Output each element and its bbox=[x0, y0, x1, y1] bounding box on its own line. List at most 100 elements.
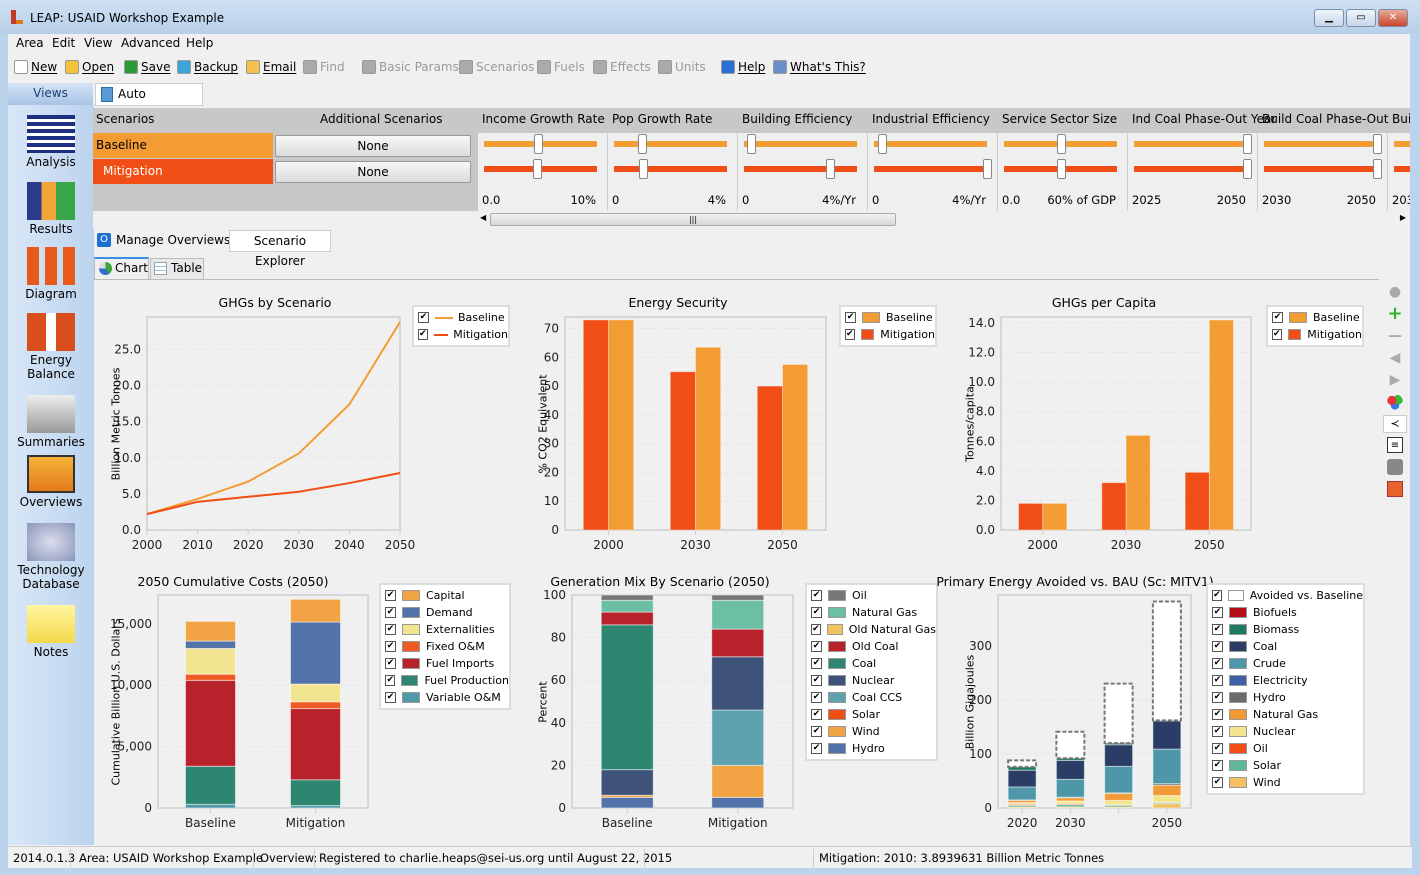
slider-thumb[interactable] bbox=[1373, 159, 1382, 179]
legend-item[interactable]: ✔ Crude bbox=[1208, 655, 1363, 672]
legend-checkbox[interactable]: ✔ bbox=[811, 658, 822, 669]
legend-checkbox[interactable]: ✔ bbox=[811, 726, 822, 737]
legend-checkbox[interactable]: ✔ bbox=[811, 641, 822, 652]
remove-icon[interactable]: — bbox=[1387, 328, 1403, 344]
legend-item[interactable]: ✔ Biofuels bbox=[1208, 604, 1363, 621]
effects-button[interactable]: Effects bbox=[593, 60, 651, 74]
slider-baseline[interactable] bbox=[1134, 134, 1252, 154]
legend-item[interactable]: ✔ Coal CCS bbox=[807, 689, 936, 706]
slider-baseline[interactable] bbox=[614, 134, 727, 154]
slider-mitigation[interactable] bbox=[1004, 159, 1117, 179]
legend-item[interactable]: ✔ Hydro bbox=[1208, 689, 1363, 706]
scrollbar-thumb[interactable]: ||| bbox=[490, 213, 896, 226]
legend-checkbox[interactable]: ✔ bbox=[1212, 624, 1223, 635]
scroll-left-arrow-icon[interactable]: ◀ bbox=[480, 213, 486, 222]
legend-checkbox[interactable]: ✔ bbox=[1272, 329, 1282, 340]
legend-icon[interactable]: ≡ bbox=[1387, 437, 1403, 453]
sidebar-item-technology-database[interactable]: Technology Database bbox=[8, 523, 94, 591]
scroll-right-arrow-icon[interactable]: ▶ bbox=[1400, 213, 1406, 222]
slider-thumb[interactable] bbox=[639, 159, 649, 179]
slider-thumb[interactable] bbox=[877, 134, 887, 154]
what-s-this-button[interactable]: What's This? bbox=[773, 60, 866, 74]
export-powerpoint-icon[interactable] bbox=[1387, 481, 1403, 497]
slider-baseline[interactable] bbox=[484, 134, 597, 154]
legend-item[interactable]: ✔ Avoided vs. Baseline bbox=[1208, 587, 1363, 604]
slider-baseline[interactable] bbox=[1004, 134, 1117, 154]
slider-mitigation[interactable] bbox=[1134, 159, 1252, 179]
legend-item[interactable]: ✔ Biomass bbox=[1208, 621, 1363, 638]
slider-mitigation[interactable] bbox=[484, 159, 597, 179]
horizontal-scrollbar[interactable]: ◀ ||| ▶ bbox=[478, 211, 1410, 228]
legend-checkbox[interactable]: ✔ bbox=[385, 692, 396, 703]
legend-checkbox[interactable]: ✔ bbox=[418, 312, 429, 323]
back-icon[interactable]: ◀ bbox=[1387, 350, 1403, 366]
legend-checkbox[interactable]: ✔ bbox=[385, 675, 396, 686]
legend-item[interactable]: ✔ Natural Gas bbox=[807, 604, 936, 621]
legend-checkbox[interactable]: ✔ bbox=[811, 607, 822, 618]
legend-item[interactable]: ✔ Electricity bbox=[1208, 672, 1363, 689]
slider-thumb[interactable] bbox=[534, 134, 544, 154]
legend-checkbox[interactable]: ✔ bbox=[1212, 607, 1223, 618]
legend-item[interactable]: ✔ Fuel Production bbox=[381, 672, 509, 689]
slider-thumb[interactable] bbox=[825, 159, 835, 179]
legend-checkbox[interactable]: ✔ bbox=[811, 709, 822, 720]
menu-area[interactable]: Area bbox=[16, 36, 44, 50]
sidebar-item-notes[interactable]: Notes bbox=[8, 605, 94, 659]
legend-item[interactable]: ✔ Coal bbox=[1208, 638, 1363, 655]
legend-checkbox[interactable]: ✔ bbox=[1212, 675, 1223, 686]
auto-calculate-button[interactable]: Auto Calculate bbox=[95, 83, 203, 122]
slider-baseline[interactable] bbox=[1264, 134, 1382, 154]
manage-overviews-button[interactable]: O Manage Overviews bbox=[97, 233, 230, 247]
forward-icon[interactable]: ▶ bbox=[1387, 372, 1403, 388]
legend-checkbox[interactable]: ✔ bbox=[1212, 709, 1223, 720]
slider-thumb[interactable] bbox=[638, 134, 648, 154]
legend-checkbox[interactable]: ✔ bbox=[1212, 641, 1223, 652]
colors-icon[interactable] bbox=[1387, 394, 1403, 410]
additional-scenarios-baseline-button[interactable]: None bbox=[275, 135, 471, 157]
legend-item[interactable]: ✔ Solar bbox=[807, 706, 936, 723]
camera-icon[interactable] bbox=[1387, 459, 1403, 475]
legend-item[interactable]: ✔ Hydro bbox=[807, 740, 936, 757]
legend-item[interactable]: ✔ Natural Gas bbox=[1208, 706, 1363, 723]
sidebar-item-summaries[interactable]: Summaries bbox=[8, 395, 94, 449]
slider-thumb[interactable] bbox=[746, 134, 756, 154]
slider-baseline[interactable] bbox=[744, 134, 857, 154]
fuels-button[interactable]: Fuels bbox=[537, 60, 585, 74]
scenario-row-baseline[interactable]: Baseline bbox=[93, 133, 273, 158]
slider-thumb[interactable] bbox=[1373, 134, 1382, 154]
legend-checkbox[interactable]: ✔ bbox=[418, 329, 428, 340]
legend-checkbox[interactable]: ✔ bbox=[385, 590, 396, 601]
slider-mitigation[interactable] bbox=[1264, 159, 1382, 179]
save-button[interactable]: Save bbox=[124, 60, 170, 74]
menu-edit[interactable]: Edit bbox=[52, 36, 75, 50]
menu-view[interactable]: View bbox=[84, 36, 112, 50]
find-button[interactable]: Find bbox=[303, 60, 345, 74]
slider-mitigation[interactable] bbox=[744, 159, 857, 179]
legend-item[interactable]: ✔ Wind bbox=[807, 723, 936, 740]
legend-item[interactable]: ✔ Oil bbox=[807, 587, 936, 604]
legend-item[interactable]: ✔ Oil bbox=[1208, 740, 1363, 757]
legend-item[interactable]: ✔ Old Coal bbox=[807, 638, 936, 655]
slider-thumb[interactable] bbox=[1243, 134, 1252, 154]
add-icon[interactable]: + bbox=[1387, 305, 1403, 323]
legend-checkbox[interactable]: ✔ bbox=[845, 312, 856, 323]
legend-item[interactable]: ✔ Fixed O&M bbox=[381, 638, 509, 655]
legend-checkbox[interactable]: ✔ bbox=[1212, 743, 1223, 754]
minimize-button[interactable]: ▁ bbox=[1314, 9, 1344, 27]
legend-item[interactable]: ✔ Variable O&M bbox=[381, 689, 509, 706]
maximize-button[interactable]: ▭ bbox=[1346, 9, 1376, 27]
legend-checkbox[interactable]: ✔ bbox=[1212, 590, 1222, 601]
scenario-row-mitigation[interactable]: Mitigation bbox=[93, 159, 273, 184]
slider-thumb[interactable] bbox=[1056, 134, 1066, 154]
slider-baseline[interactable] bbox=[1394, 141, 1410, 147]
legend-checkbox[interactable]: ✔ bbox=[811, 675, 822, 686]
scenarios-button[interactable]: Scenarios bbox=[459, 60, 534, 74]
legend-checkbox[interactable]: ✔ bbox=[385, 624, 396, 635]
slider-thumb[interactable] bbox=[983, 159, 992, 179]
slider-thumb[interactable] bbox=[533, 159, 543, 179]
legend-item[interactable]: ✔ Mitigation bbox=[841, 326, 935, 343]
legend-checkbox[interactable]: ✔ bbox=[811, 590, 822, 601]
legend-item[interactable]: ✔ Demand bbox=[381, 604, 509, 621]
new-button[interactable]: New bbox=[14, 60, 57, 74]
legend-item[interactable]: ✔ Baseline bbox=[841, 309, 935, 326]
